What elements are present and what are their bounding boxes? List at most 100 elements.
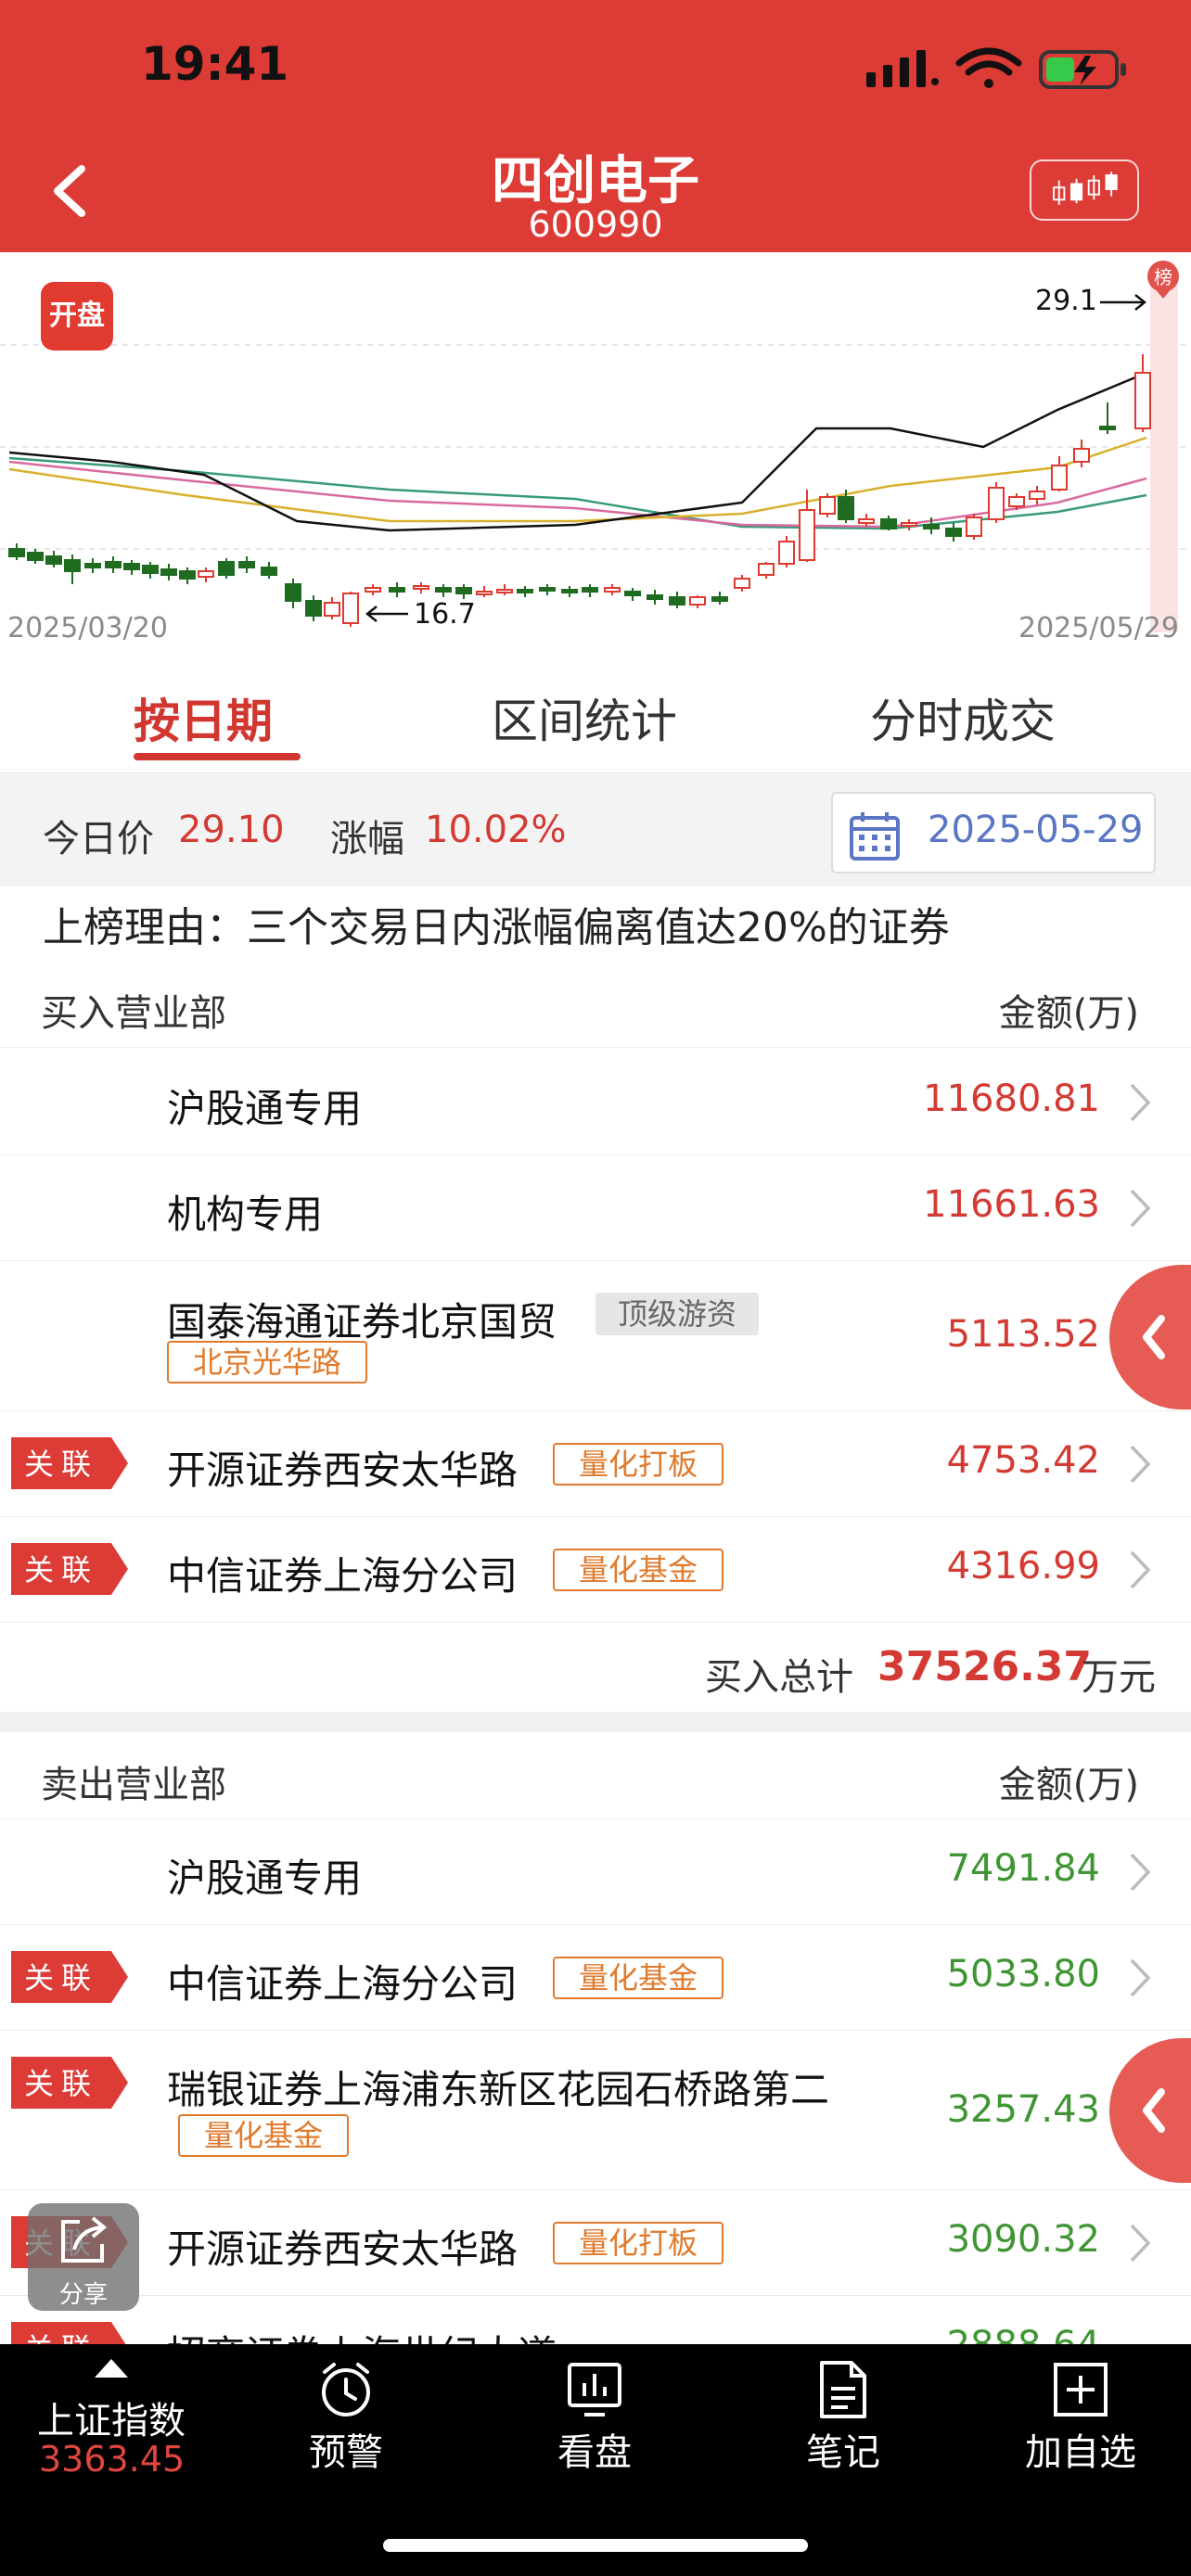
- chevron-right-icon: [1130, 1445, 1151, 1484]
- nav-alert-label[interactable]: 预警: [278, 2422, 414, 2476]
- buy-row[interactable]: 关联 开源证券西安太华路 量化打板 4753.42: [0, 1411, 1191, 1517]
- candle-down: [64, 559, 81, 572]
- rank-highlight-band: [1150, 280, 1178, 632]
- buy-amount: 11661.63: [923, 1183, 1100, 1226]
- kline-chart-svg: 29.1 16.7 榜: [0, 261, 1191, 632]
- candle-up: [778, 541, 795, 565]
- side-drawer-handle[interactable]: [1109, 2038, 1191, 2183]
- broker-name: 开源证券西安太华路: [167, 2226, 519, 2272]
- candle-down: [711, 596, 728, 602]
- tab-range-stats[interactable]: 区间统计: [492, 684, 677, 751]
- candle-down: [455, 587, 472, 594]
- trader-type-tag: 顶级游资: [596, 1293, 760, 1335]
- buy-total-value: 37526.37: [877, 1643, 1093, 1690]
- share-label: 分享: [58, 2281, 108, 2309]
- sell-amount: 7491.84: [946, 1847, 1100, 1890]
- side-drawer-handle[interactable]: [1109, 1265, 1191, 1409]
- candle-up: [324, 602, 340, 617]
- candle-down: [582, 587, 598, 593]
- candle-down: [305, 600, 322, 617]
- nav-watch-label[interactable]: 看盘: [527, 2422, 662, 2476]
- candle-up: [1134, 372, 1151, 429]
- index-name[interactable]: 上证指数: [37, 2391, 186, 2444]
- related-badge-label: 关联: [24, 1552, 99, 1588]
- sell-amount: 3257.43: [946, 2088, 1100, 2131]
- broker-name: 沪股通专用: [167, 1855, 363, 1901]
- candle-up: [799, 509, 815, 561]
- buy-row[interactable]: 关联 中信证券上海分公司 量化基金 4316.99: [0, 1517, 1191, 1623]
- buy-header-label: 买入营业部: [41, 992, 226, 1035]
- seat-alias-tag: 量化打板: [553, 2222, 724, 2264]
- calendar-icon: [850, 812, 900, 861]
- active-tab-indicator: [134, 753, 301, 760]
- sell-row[interactable]: 沪股通专用 7491.84: [0, 1819, 1191, 1925]
- related-badge-label: 关联: [24, 1447, 99, 1482]
- low-arrow-icon: [365, 606, 408, 622]
- alarm-clock-icon[interactable]: [315, 2359, 377, 2420]
- tab-by-date[interactable]: 按日期: [134, 684, 273, 751]
- chevron-right-icon: [1130, 1550, 1151, 1589]
- candle-up: [365, 587, 381, 593]
- note-icon[interactable]: [813, 2359, 874, 2420]
- tab-intraday-trades[interactable]: 分时成交: [870, 684, 1056, 751]
- seat-alias-tag: 量化基金: [553, 1549, 724, 1591]
- candle-up: [689, 596, 706, 606]
- candle-up: [988, 487, 1005, 520]
- buy-amount-header: 金额(万): [998, 992, 1139, 1035]
- high-arrow-icon: [1100, 294, 1147, 311]
- plus-square-icon[interactable]: [1050, 2359, 1111, 2420]
- buy-section-header: 买入营业部 金额(万): [0, 961, 1191, 1048]
- broker-name: 沪股通专用: [167, 1086, 363, 1131]
- section-separator: [0, 1712, 1191, 1732]
- sell-row[interactable]: 关联 瑞银证券上海浦东新区花园石桥路第二 量化基金 3257.43: [0, 2031, 1191, 2190]
- buy-row[interactable]: 沪股通专用 11680.81: [0, 1048, 1191, 1155]
- broker-name: 机构专用: [167, 1192, 324, 1237]
- open-market-badge[interactable]: 开盘: [41, 282, 113, 351]
- candle-down: [389, 587, 405, 593]
- candle-down: [218, 561, 235, 576]
- candle-down: [435, 587, 452, 593]
- sell-amount: 3090.32: [946, 2218, 1100, 2261]
- nav-add-watchlist-label[interactable]: 加自选: [1004, 2422, 1158, 2476]
- candle-down: [539, 587, 556, 592]
- caret-up-icon: [95, 2359, 128, 2378]
- candle-down: [142, 565, 159, 574]
- kline-toggle-button[interactable]: [1030, 159, 1139, 221]
- candle-up: [496, 589, 513, 593]
- chevron-right-icon: [1130, 1083, 1151, 1122]
- candle-up: [198, 570, 214, 578]
- sell-amount-header: 金额(万): [998, 1764, 1139, 1806]
- buy-total-label: 买入总计: [705, 1656, 853, 1699]
- nav-notes-label[interactable]: 笔记: [775, 2422, 911, 2476]
- broker-name: 中信证券上海分公司: [167, 1961, 519, 2007]
- chevron-right-icon: [1130, 2224, 1151, 2263]
- battery-icon: [1039, 50, 1126, 89]
- buy-row[interactable]: 机构专用 11661.63: [0, 1155, 1191, 1261]
- buy-total-row: 买入总计 37526.37 万元: [0, 1623, 1191, 1712]
- candlestick-icon: [1053, 172, 1118, 205]
- buy-total-unit: 万元: [1082, 1656, 1156, 1699]
- monitor-chart-icon[interactable]: [564, 2359, 625, 2420]
- chevron-right-icon: [1130, 1189, 1151, 1228]
- rank-badge-text: 榜: [1154, 266, 1172, 288]
- candle-up: [1029, 491, 1045, 500]
- buy-row[interactable]: 国泰海通证券北京国贸 顶级游资 北京光华路 5113.52: [0, 1261, 1191, 1411]
- candle-down: [647, 594, 663, 600]
- high-annotation: 29.1: [1035, 285, 1147, 317]
- sell-row[interactable]: 关联 开源证券西安太华路 量化打板 3090.32: [0, 2190, 1191, 2296]
- candle-down: [1099, 426, 1116, 430]
- candle-down: [624, 591, 641, 596]
- candle-up: [413, 585, 429, 590]
- broker-name: 开源证券西安太华路: [167, 1447, 519, 1493]
- chevron-right-icon: [1130, 1958, 1151, 1997]
- candle-up: [819, 496, 836, 515]
- candle-up: [1051, 465, 1068, 491]
- chart-end-date: 2025/05/29: [1018, 612, 1179, 644]
- selected-date[interactable]: 2025-05-29: [928, 809, 1143, 851]
- candle-up: [1008, 496, 1025, 507]
- broker-name: 国泰海通证券北京国贸: [167, 1299, 557, 1345]
- candle-down: [261, 567, 277, 576]
- candle-down: [669, 596, 685, 606]
- sell-row[interactable]: 关联 中信证券上海分公司 量化基金 5033.80: [0, 1925, 1191, 2031]
- kline-chart[interactable]: 29.1 16.7 榜: [0, 252, 1191, 658]
